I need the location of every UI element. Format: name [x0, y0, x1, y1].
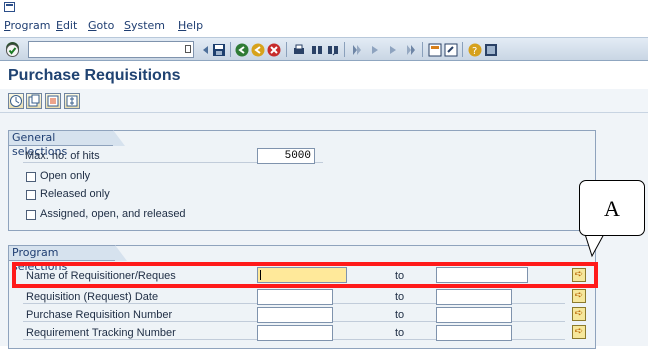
- back-arrow-icon[interactable]: [198, 42, 212, 56]
- toolbar-separator: [422, 42, 423, 57]
- menu-help[interactable]: Help: [178, 19, 203, 32]
- first-page-icon[interactable]: [350, 42, 364, 56]
- svg-text:?: ?: [472, 46, 477, 57]
- program-selections-group: Program selections Name of Requisitioner…: [8, 245, 596, 349]
- save-icon[interactable]: [212, 42, 226, 56]
- next-page-icon[interactable]: [386, 42, 400, 56]
- callout-pointer: [584, 234, 605, 258]
- application-toolbar: [0, 89, 648, 113]
- requisition-date-from-input[interactable]: [257, 289, 333, 305]
- dynamic-selections-icon[interactable]: [64, 93, 80, 109]
- to-label: to: [395, 291, 405, 303]
- open-only-label: Open only: [40, 170, 91, 182]
- find-icon[interactable]: [310, 42, 324, 56]
- max-hits-field[interactable]: 5000: [257, 148, 315, 164]
- general-selections-group: General selections Max. no. of hits 5000…: [8, 130, 596, 231]
- callout-label: A: [579, 180, 645, 236]
- multiple-selection-arrow-icon[interactable]: ➪: [572, 325, 586, 339]
- released-only-checkbox[interactable]: [26, 190, 36, 200]
- max-hits-value: 5000: [284, 150, 311, 162]
- cancel-icon[interactable]: [267, 42, 281, 57]
- menu-accelerator: P: [4, 19, 11, 32]
- menu-bar: Program Edit Goto System Help: [0, 12, 648, 36]
- menu-accelerator: S: [124, 19, 131, 32]
- group-title: General selections: [8, 130, 125, 158]
- system-menu-icon[interactable]: [4, 2, 15, 12]
- purchase-requisition-number-to-input[interactable]: [436, 307, 512, 323]
- exit-icon[interactable]: [251, 42, 265, 57]
- multiple-selection-arrow-icon[interactable]: ➪: [572, 289, 586, 303]
- toolbar-separator: [462, 42, 463, 57]
- standard-toolbar: ?: [0, 37, 648, 61]
- title-bar: Purchase Requisitions: [0, 61, 648, 89]
- to-label: to: [395, 309, 405, 321]
- requirement-tracking-number-from-input[interactable]: [257, 325, 333, 341]
- back-icon[interactable]: [235, 42, 249, 57]
- command-field[interactable]: [28, 41, 194, 58]
- shortcut-icon[interactable]: [444, 42, 458, 57]
- assigned-open-released-label: Assigned, open, and released: [40, 208, 186, 220]
- multiple-selection-arrow-icon[interactable]: ➪: [572, 307, 586, 321]
- toolbar-separator: [230, 42, 231, 57]
- last-page-icon[interactable]: [404, 42, 418, 56]
- enter-icon[interactable]: [6, 42, 19, 57]
- open-only-checkbox[interactable]: [26, 172, 36, 182]
- toolbar-separator: [344, 42, 345, 57]
- requisition-date-to-input[interactable]: [436, 289, 512, 305]
- get-variant-icon[interactable]: [26, 93, 42, 109]
- layout-icon[interactable]: [484, 42, 498, 56]
- execute-icon[interactable]: [8, 93, 24, 109]
- help-icon[interactable]: ?: [468, 42, 482, 57]
- requirement-tracking-number-to-input[interactable]: [436, 325, 512, 341]
- menu-goto[interactable]: Goto: [88, 19, 114, 32]
- multiple-selection-icon[interactable]: [45, 93, 61, 109]
- menu-system[interactable]: System: [124, 19, 165, 32]
- to-label: to: [395, 327, 405, 339]
- print-icon[interactable]: [292, 42, 306, 56]
- purchase-requisition-number-from-input[interactable]: [257, 307, 333, 323]
- page-title: Purchase Requisitions: [8, 67, 181, 84]
- menu-accelerator: E: [56, 19, 63, 32]
- group-title: Program selections: [8, 245, 127, 273]
- menu-program[interactable]: Program: [4, 19, 50, 32]
- find-next-icon[interactable]: [326, 42, 340, 56]
- highlight-box: [12, 262, 598, 288]
- previous-page-icon[interactable]: [368, 42, 382, 56]
- create-session-icon[interactable]: [428, 42, 442, 57]
- menu-accelerator: G: [88, 19, 97, 32]
- menu-edit[interactable]: Edit: [56, 19, 77, 32]
- assigned-open-released-checkbox[interactable]: [26, 210, 36, 220]
- toolbar-separator: [286, 42, 287, 57]
- command-history-icon[interactable]: [185, 45, 191, 53]
- menu-accelerator: H: [178, 19, 187, 32]
- released-only-label: Released only: [40, 188, 110, 200]
